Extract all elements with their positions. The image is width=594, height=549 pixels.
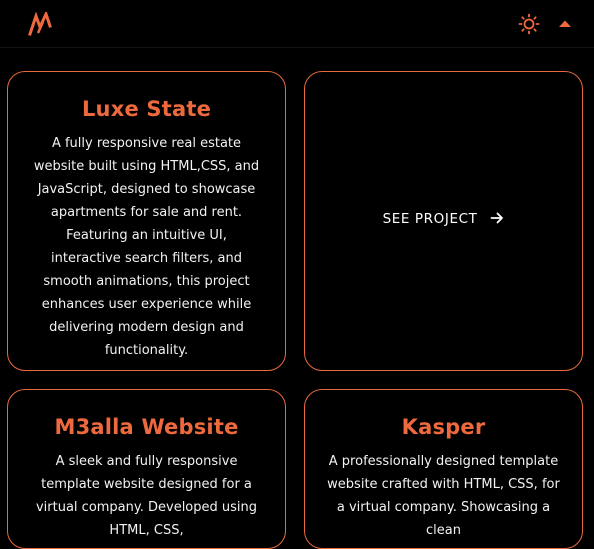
see-project-label: SEE PROJECT	[382, 211, 478, 227]
project-description: A professionally designed template websi…	[327, 454, 560, 538]
project-title: Luxe State	[81, 97, 212, 121]
project-card-kasper: Kasper A professionally designed templat…	[304, 389, 583, 549]
sun-icon[interactable]	[518, 13, 540, 35]
project-preview-card[interactable]: SEE PROJECT	[304, 71, 583, 371]
chevron-up-icon[interactable]	[556, 15, 574, 33]
project-description: A fully responsive real estate website b…	[33, 136, 260, 358]
project-description: A sleek and fully responsive template we…	[35, 454, 258, 538]
site-header	[0, 0, 594, 48]
project-title: M3alla Website	[54, 415, 239, 439]
mw-logo-icon[interactable]	[28, 12, 54, 36]
see-project-link[interactable]: SEE PROJECT	[305, 211, 582, 227]
project-title: Kasper	[401, 415, 486, 439]
arrow-right-icon	[490, 212, 504, 223]
project-card-luxe-state: Luxe State A fully responsive real estat…	[7, 71, 286, 371]
project-card-m3alla: M3alla Website A sleek and fully respons…	[7, 389, 286, 549]
